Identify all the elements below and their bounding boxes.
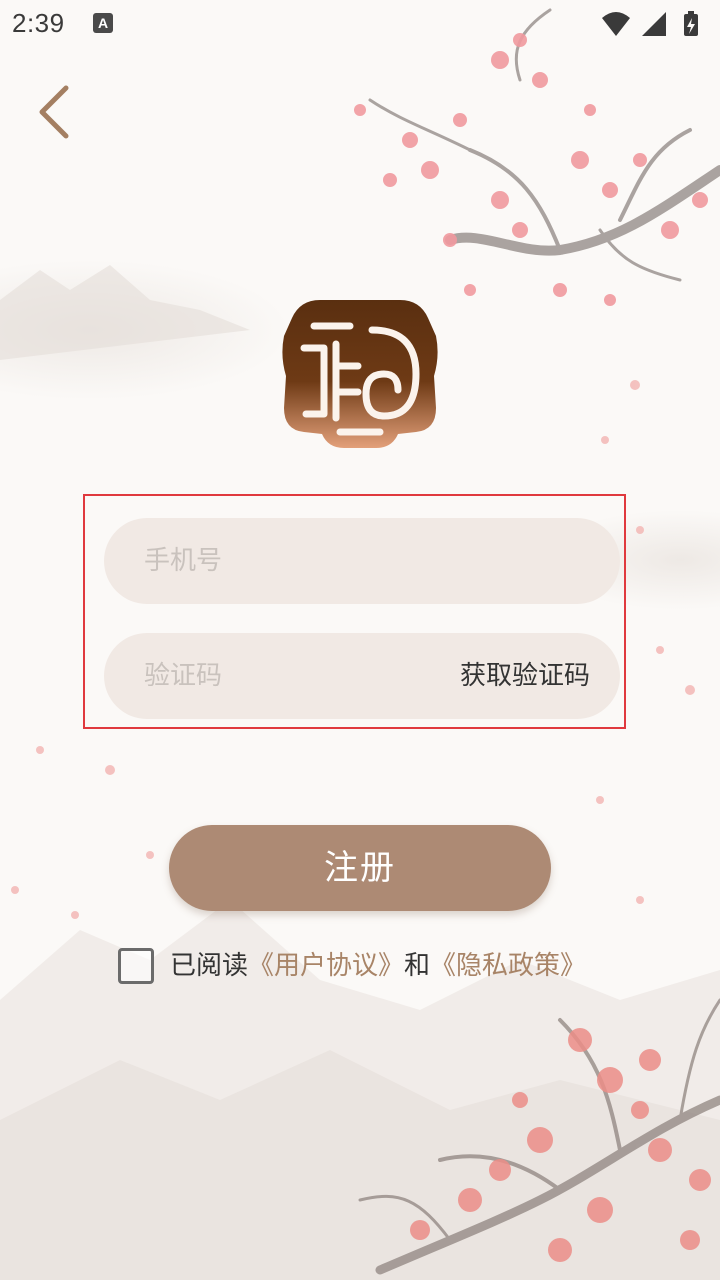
a-icon: A [93,13,113,33]
register-button[interactable]: 注册 [169,825,551,911]
privacy-policy-link[interactable]: 《隐私政策》 [430,951,586,981]
phone-input[interactable] [144,518,444,604]
user-agreement-link[interactable]: 《用户协议》 [248,951,404,981]
status-bar: 2:39 A [0,0,720,48]
agreement-checkbox[interactable] [118,948,154,984]
agreement-row: 已阅读《用户协议》和《隐私政策》 [118,946,618,986]
cellular-icon [642,12,666,36]
get-code-button[interactable]: 获取验证码 [460,633,590,719]
chevron-left-icon [39,85,69,139]
code-field: 获取验证码 [104,633,620,719]
agreement-text: 已阅读《用户协议》和《隐私政策》 [170,946,586,986]
phone-field [104,518,620,604]
status-time: 2:39 [12,8,65,38]
battery-charging-icon [684,11,698,36]
status-icons [602,11,698,36]
back-button[interactable] [28,82,80,142]
wifi-icon [602,12,630,36]
agreement-and: 和 [404,951,431,981]
code-input[interactable] [144,633,444,719]
login-form-highlight: 获取验证码 [83,494,626,729]
seal-logo [282,300,438,448]
agreement-prefix: 已阅读 [170,951,249,981]
